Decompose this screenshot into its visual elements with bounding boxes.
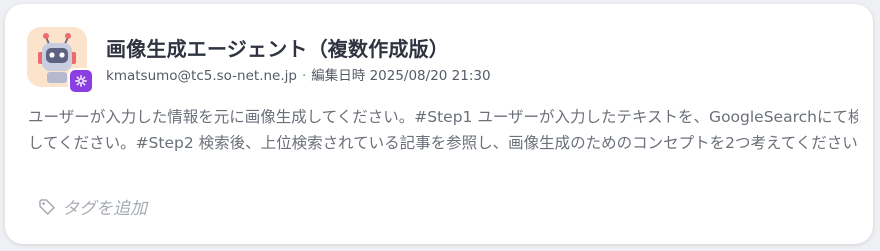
tag-icon <box>39 198 55 215</box>
meta-separator: · <box>301 68 307 84</box>
agent-title[interactable]: 画像生成エージェント（複数作成版） <box>106 33 449 62</box>
agent-card[interactable]: 画像生成エージェント（複数作成版） kmatsumo@tc5.so-net.ne… <box>5 4 873 244</box>
description-line: ユーザーが入力した情報を元に画像生成してください。#Step1 ユーザーが入力し… <box>28 108 858 126</box>
agent-meta: kmatsumo@tc5.so-net.ne.jp · 編集日時 2025/08/2… <box>106 64 491 84</box>
add-tag-label: タグを追加 <box>62 199 147 219</box>
author-email: kmatsumo@tc5.so-net.ne.jp <box>106 68 297 84</box>
description-line: してください。#Step2 検索後、上位検索されている記事を参照し、画像生成のた… <box>28 134 858 152</box>
edited-label: 編集日時 <box>311 68 366 84</box>
agent-avatar <box>27 27 94 94</box>
agent-description: ユーザーが入力した情報を元に画像生成してください。#Step1 ユーザーが入力し… <box>28 104 858 156</box>
gear-icon <box>75 75 87 87</box>
edited-timestamp: 2025/08/20 21:30 <box>369 68 491 84</box>
add-tag-button[interactable]: タグを追加 <box>38 194 147 219</box>
agent-badge <box>68 68 94 94</box>
